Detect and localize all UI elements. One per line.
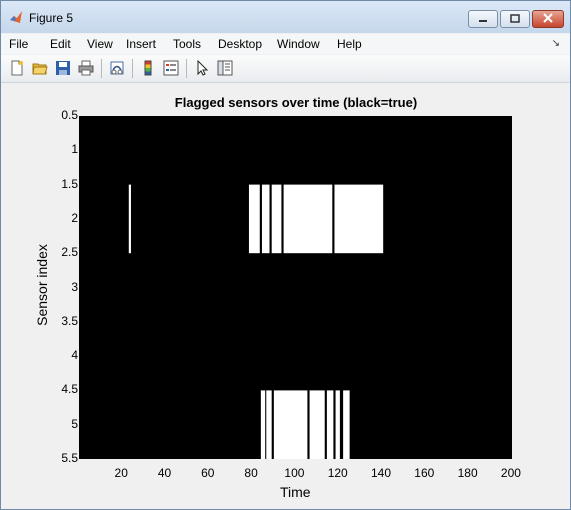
heatmap-cell-false	[334, 184, 384, 254]
pointer-icon[interactable]	[193, 59, 211, 77]
link-plot-icon[interactable]	[108, 59, 126, 77]
x-tick-label: 180	[457, 466, 478, 480]
y-tick-label: 1.5	[61, 176, 78, 191]
menu-help[interactable]: Help	[337, 37, 362, 51]
x-axis-label: Time	[280, 484, 311, 500]
open-file-icon[interactable]	[31, 59, 49, 77]
x-tick-label: 120	[327, 466, 348, 480]
menu-window[interactable]: Window	[277, 37, 320, 51]
plot-axes[interactable]	[79, 116, 512, 459]
y-tick-label: 2.5	[61, 245, 78, 260]
heatmap-cell-false	[271, 184, 282, 254]
menu-edit[interactable]: Edit	[50, 37, 71, 51]
toolbar-separator	[186, 59, 187, 78]
x-tick-label: 40	[157, 466, 172, 480]
menu-insert[interactable]: Insert	[126, 37, 156, 51]
heatmap-cell-false	[266, 390, 272, 459]
menu-desktop[interactable]: Desktop	[218, 37, 262, 51]
window-title: Figure 5	[29, 11, 74, 25]
heatmap-cell-false	[309, 390, 325, 459]
x-tick-label: 20	[114, 466, 128, 480]
y-tick-label: 1	[71, 142, 78, 157]
heatmap-cell-false	[128, 184, 131, 254]
y-tick-label: 3	[71, 279, 78, 294]
minimize-icon	[478, 10, 488, 28]
y-tick-label: 5.5	[61, 451, 78, 465]
insert-legend-icon[interactable]	[162, 59, 180, 77]
close-icon	[543, 10, 553, 28]
heatmap-cell-false	[273, 390, 308, 459]
heatmap-cell-false	[260, 390, 266, 459]
menu-tools[interactable]: Tools	[173, 37, 201, 51]
y-axis-label: Sensor index	[34, 244, 50, 326]
print-icon[interactable]	[77, 59, 95, 77]
matlab-icon	[9, 10, 23, 24]
x-tick-label: 140	[371, 466, 392, 480]
y-tick-label: 5	[71, 416, 78, 431]
insert-colorbar-icon[interactable]	[139, 59, 157, 77]
new-figure-icon[interactable]	[8, 59, 26, 77]
heatmap-cell-false	[326, 390, 334, 459]
title-bar[interactable]: Figure 5	[1, 1, 570, 33]
menu-file[interactable]: File	[9, 37, 28, 51]
maximize-icon	[510, 10, 520, 28]
menu-view[interactable]: View	[87, 37, 113, 51]
save-icon[interactable]	[54, 59, 72, 77]
figure-toolbar	[1, 55, 570, 83]
property-inspector-icon[interactable]	[216, 59, 234, 77]
y-tick-label: 4.5	[61, 382, 78, 397]
x-tick-label: 200	[500, 466, 521, 480]
x-tick-label: 60	[201, 466, 215, 480]
y-tick-label: 0.5	[61, 108, 78, 122]
heatmap-cell-false	[343, 390, 350, 459]
menu-dock-arrow-icon[interactable]: ↘	[552, 38, 560, 49]
minimize-button[interactable]	[468, 10, 498, 28]
x-tick-label: 160	[414, 466, 435, 480]
y-tick-label: 2	[71, 210, 78, 225]
heatmap-cell-false	[283, 184, 333, 254]
x-tick-label: 80	[244, 466, 258, 480]
menu-bar: File Edit View Insert Tools Desktop Wind…	[1, 34, 570, 54]
heatmap-cell-false	[335, 390, 340, 459]
plot-title: Flagged sensors over time (black=true)	[174, 95, 418, 110]
maximize-button[interactable]	[500, 10, 530, 28]
x-tick-label: 100	[284, 466, 305, 480]
y-tick-label: 3.5	[61, 313, 78, 328]
close-button[interactable]	[532, 10, 564, 28]
heatmap-cell-false	[261, 184, 270, 254]
heatmap-image	[79, 116, 512, 459]
heatmap-cell-false	[248, 184, 260, 254]
y-tick-label: 4	[71, 348, 78, 363]
toolbar-separator	[132, 59, 133, 78]
toolbar-separator	[101, 59, 102, 78]
